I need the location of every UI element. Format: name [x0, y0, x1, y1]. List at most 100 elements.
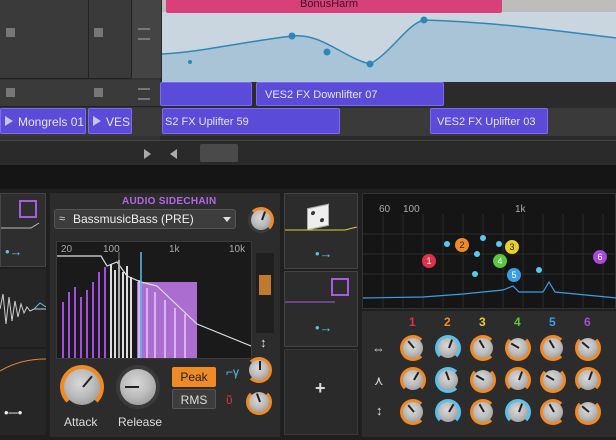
clip-label: VES2 FX Uplifter 03: [437, 116, 536, 128]
band-3-freq-knob[interactable]: [470, 335, 496, 361]
modulator-arrow-icon[interactable]: •─•: [4, 405, 22, 420]
peak-button[interactable]: Peak: [172, 367, 216, 387]
band-1-gain-knob[interactable]: [400, 367, 426, 393]
attack-label: Attack: [64, 415, 98, 429]
divider: [0, 165, 616, 189]
band-number: 5: [549, 315, 556, 329]
horizontal-scrollbar[interactable]: [0, 140, 616, 166]
band-6-gain-knob[interactable]: [575, 367, 601, 393]
band-3-gain-knob[interactable]: [470, 367, 496, 393]
hp-knob[interactable]: [246, 357, 272, 383]
resize-updown-icon[interactable]: ↕: [260, 335, 267, 350]
eq-band-handle-2[interactable]: 2: [455, 238, 469, 252]
clip-label: Mongrels 01: [18, 115, 85, 129]
modulator-arrow-icon[interactable]: •→: [5, 244, 23, 259]
band-4-gain-knob[interactable]: [505, 367, 531, 393]
sidechain-gain-knob[interactable]: [248, 207, 274, 233]
eq-band-handle-3[interactable]: 3: [505, 240, 519, 254]
device-panel: •→ •─• AUDIO SIDECHAIN ≈ BassmusicBass (…: [0, 189, 616, 440]
modulator-arrow-icon[interactable]: •→: [315, 246, 333, 261]
clip-upper-purple[interactable]: [160, 82, 252, 106]
arranger: BonusHarm VES2 FX Downlifter 07 Mongrels…: [0, 0, 616, 166]
source-select-value: BassmusicBass (PRE): [73, 212, 194, 226]
scrollbar-thumb[interactable]: [200, 144, 238, 162]
band-6-freq-knob[interactable]: [575, 335, 601, 361]
band-4-freq-knob[interactable]: [505, 335, 531, 361]
source-select[interactable]: ≈ BassmusicBass (PRE): [54, 209, 236, 229]
band-3-q-knob[interactable]: [470, 399, 496, 425]
play-triangle-icon: [5, 116, 13, 126]
lp-knob[interactable]: [246, 389, 272, 415]
device-slot-dice[interactable]: •→: [284, 193, 358, 269]
rms-button[interactable]: RMS: [172, 389, 216, 409]
band-2-freq-knob[interactable]: [435, 335, 461, 361]
chevron-down-icon: [223, 217, 231, 222]
attack-knob[interactable]: [60, 365, 104, 409]
envelope-thumb: [0, 358, 46, 372]
band-2-q-knob[interactable]: [435, 399, 461, 425]
menu-lines-icon[interactable]: [138, 88, 150, 100]
band-number: 3: [479, 315, 486, 329]
mute-square-icon[interactable]: [6, 28, 15, 37]
menu-lines-icon[interactable]: [138, 28, 150, 40]
band-6-q-knob[interactable]: [575, 399, 601, 425]
waveform-icon: ≈: [59, 213, 66, 225]
band-5-q-knob[interactable]: [540, 399, 566, 425]
band-number: 2: [444, 315, 451, 329]
clip-label: BonusHarm: [300, 0, 359, 10]
release-label: Release: [118, 415, 163, 429]
device-slot-1[interactable]: •→: [0, 193, 46, 267]
eq-band-handle-1[interactable]: 1: [422, 254, 436, 268]
band-2-gain-knob[interactable]: [435, 367, 461, 393]
track-header-1b[interactable]: [88, 0, 131, 79]
sidechain-title: AUDIO SIDECHAIN: [122, 196, 217, 207]
track-header-2[interactable]: [0, 80, 160, 107]
band-1-freq-knob[interactable]: [400, 335, 426, 361]
release-knob[interactable]: [116, 365, 160, 409]
clip-uplifter-59[interactable]: S2 FX Uplifter 59: [162, 108, 340, 134]
clip-downlifter[interactable]: VES2 FX Downlifter 07: [256, 82, 444, 106]
clip-ves[interactable]: VES: [88, 108, 132, 134]
audio-sidechain-panel: AUDIO SIDECHAIN ≈ BassmusicBass (PRE) 20…: [50, 193, 280, 437]
band-4-q-knob[interactable]: [505, 399, 531, 425]
route-icon[interactable]: [19, 200, 37, 218]
mute-square-icon[interactable]: [94, 88, 103, 97]
band-5-gain-knob[interactable]: [540, 367, 566, 393]
spectrum-display[interactable]: 20 100 1k 10k: [56, 241, 252, 359]
shape-icon[interactable]: ⋏: [374, 373, 384, 389]
eq-knob-grid: 1 2 3 4 5 6 ⇔ ⋏ ↕: [362, 311, 616, 437]
waveform-thumb: [0, 293, 46, 325]
band-1-q-knob[interactable]: [400, 399, 426, 425]
eq-band-handle-5[interactable]: 5: [507, 268, 521, 282]
modulator-arrow-icon[interactable]: •→: [315, 320, 333, 335]
spectrum-graph: [57, 252, 251, 358]
mute-square-icon[interactable]: [94, 28, 103, 37]
device-slot-2[interactable]: [0, 269, 46, 347]
play-triangle-icon: [93, 116, 101, 126]
track-header-1[interactable]: [0, 0, 88, 79]
add-modulator[interactable]: +: [284, 349, 358, 435]
level-meter-fill: [259, 275, 271, 295]
shape-filter-icon: ῦ: [226, 393, 233, 407]
random-curve: [285, 226, 357, 231]
scroll-right-icon[interactable]: [144, 149, 151, 159]
eq-band-handle-6[interactable]: 6: [593, 250, 607, 264]
eq-band-handle-4[interactable]: 4: [493, 254, 507, 268]
add-icon: +: [315, 378, 326, 398]
band-number: 6: [584, 315, 591, 329]
shape-filter-icon: ⌐γ: [226, 365, 240, 379]
device-slot-route[interactable]: •→: [284, 271, 358, 347]
device-slot-3[interactable]: •─•: [0, 349, 46, 435]
band-number: 4: [514, 315, 521, 329]
clip-uplifter-03[interactable]: VES2 FX Uplifter 03: [430, 108, 548, 134]
link-icon[interactable]: ⇔: [372, 341, 385, 356]
automation-curve[interactable]: [162, 12, 616, 82]
clip-label: S2 FX Uplifter 59: [165, 116, 249, 128]
clip-mongrels[interactable]: Mongrels 01: [0, 108, 86, 134]
eq-display[interactable]: 60 100 1k 1 2 3 4 5 6: [362, 193, 616, 310]
route-curve: [285, 301, 335, 303]
updown-icon[interactable]: ↕: [376, 403, 383, 418]
scroll-left-icon[interactable]: [170, 149, 177, 159]
band-5-freq-knob[interactable]: [540, 335, 566, 361]
mute-square-icon[interactable]: [6, 88, 15, 97]
